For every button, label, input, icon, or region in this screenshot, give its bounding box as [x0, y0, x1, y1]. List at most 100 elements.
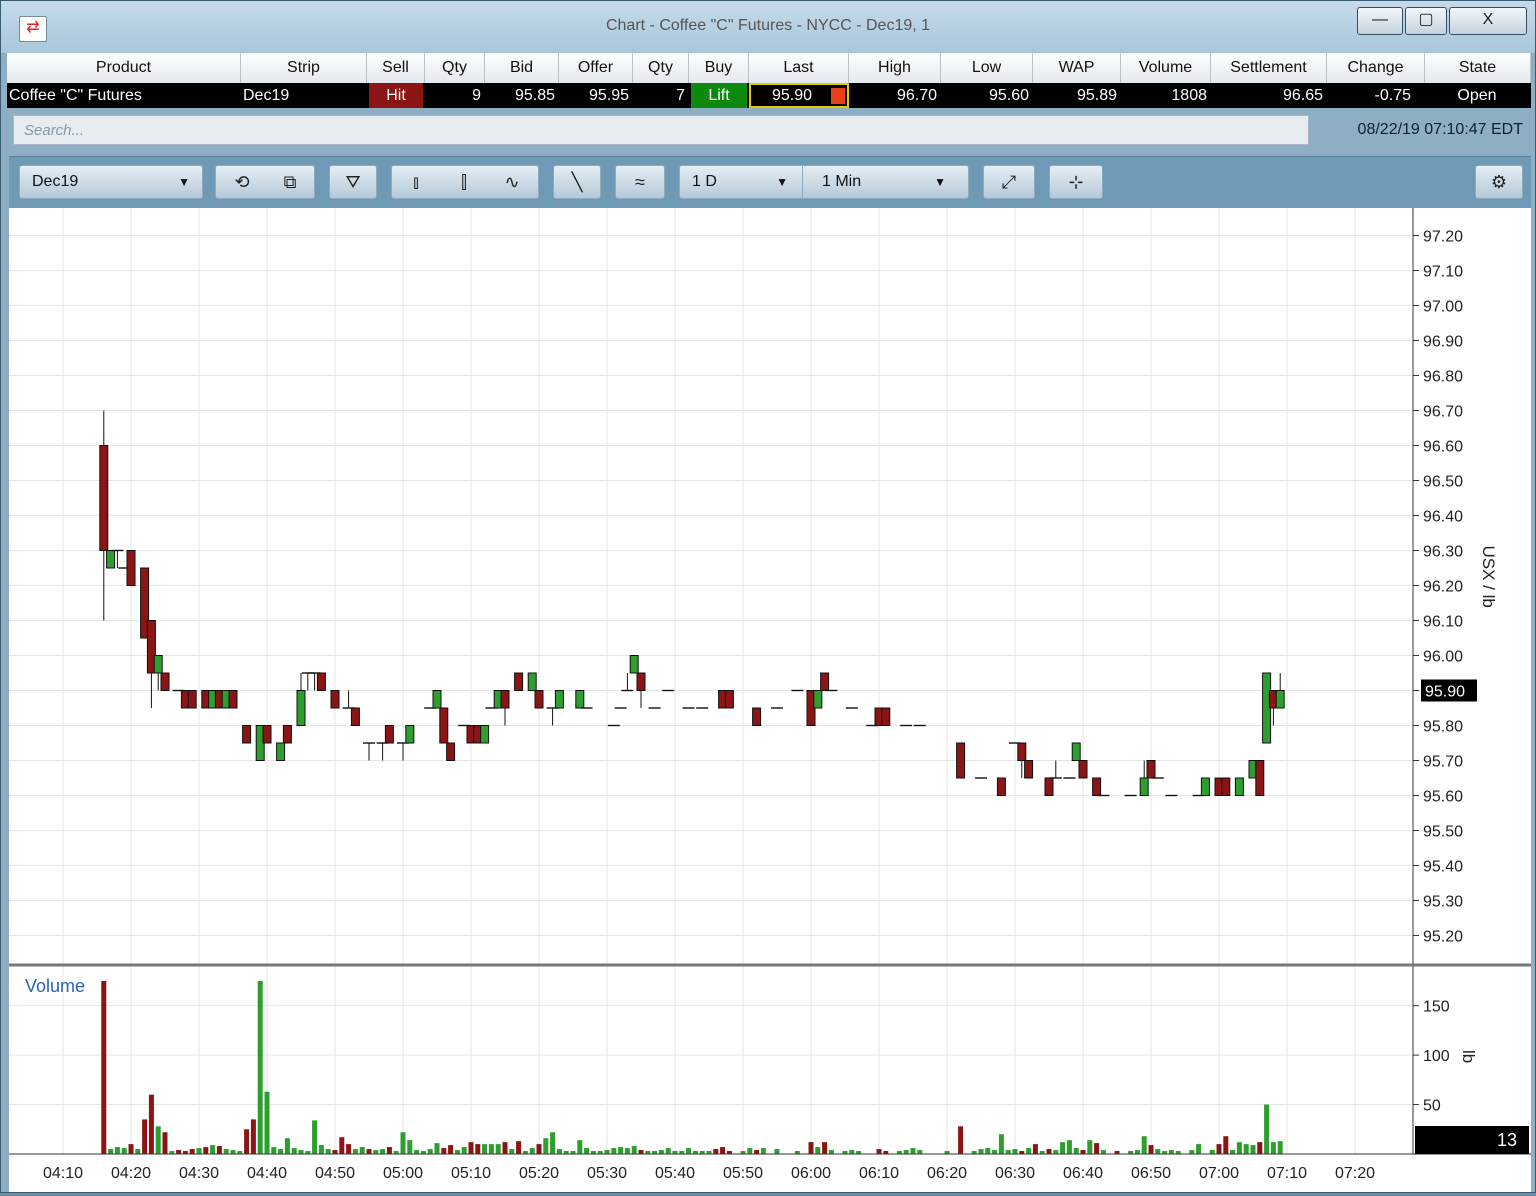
volume-bar: [400, 1132, 406, 1154]
header-offer[interactable]: Offer: [559, 53, 633, 83]
candle-body: [153, 655, 163, 674]
volume-bar: [998, 1134, 1004, 1154]
volume-bar: [1046, 1149, 1052, 1154]
cell-product: Coffee "C" Futures: [9, 87, 142, 104]
header-strip[interactable]: Strip: [241, 53, 367, 83]
volume-bar: [332, 1150, 338, 1154]
settings-button[interactable]: ⚙: [1475, 165, 1523, 199]
interval-select[interactable]: 1 Min ▼: [804, 166, 968, 198]
price-tick-label: 96.20: [1423, 579, 1463, 596]
volume-bar: [1196, 1144, 1202, 1154]
title-bar[interactable]: ⇄ Chart - Coffee "C" Futures - NYCC - De…: [1, 1, 1535, 53]
minimize-button[interactable]: —: [1357, 7, 1403, 35]
draw-tool-button[interactable]: ╲: [553, 165, 601, 199]
volume-bar: [815, 1147, 821, 1154]
header-wap[interactable]: WAP: [1033, 53, 1121, 83]
chart-style-button[interactable]: ⛛: [329, 165, 377, 199]
volume-bar: [1148, 1145, 1154, 1154]
price-tick-label: 95.60: [1423, 789, 1463, 806]
price-tick-label: 95.40: [1423, 859, 1463, 876]
time-tick-label: 06:30: [995, 1165, 1035, 1182]
candle-body: [1017, 742, 1027, 761]
header-state[interactable]: State: [1425, 53, 1531, 83]
volume-bar: [1073, 1148, 1079, 1154]
volume-bar: [1053, 1150, 1059, 1154]
close-button[interactable]: X: [1449, 7, 1527, 35]
volume-bar: [1209, 1150, 1215, 1154]
candle-body: [282, 725, 292, 744]
volume-bar: [1087, 1140, 1093, 1154]
volume-bar: [244, 1129, 250, 1154]
volume-bar: [488, 1144, 494, 1154]
price-volume-chart[interactable]: 97.20 97.10 97.00 96.90 96.80 96.70 96.60 96.50…: [9, 208, 1531, 1192]
fullscreen-button[interactable]: ⤢: [983, 165, 1035, 199]
clone-chart-icon[interactable]: ⧉: [270, 166, 310, 198]
volume-bar: [366, 1149, 372, 1154]
maximize-button[interactable]: ▢: [1405, 7, 1447, 35]
line-chart-icon[interactable]: ∿: [492, 166, 532, 198]
volume-bar: [352, 1149, 358, 1154]
candle-body: [316, 672, 326, 691]
header-bid-qty[interactable]: Qty: [425, 53, 485, 83]
header-high[interactable]: High: [849, 53, 941, 83]
header-low[interactable]: Low: [941, 53, 1033, 83]
volume-bar: [108, 1149, 114, 1154]
interval-value: 1 Min: [822, 173, 862, 190]
contract-select[interactable]: Dec19 ▼: [19, 165, 203, 199]
candle-body: [1078, 760, 1088, 779]
header-last[interactable]: Last: [749, 53, 849, 83]
candle-body: [1275, 690, 1285, 709]
price-tick-label: 97.00: [1423, 299, 1463, 316]
volume-bar: [828, 1150, 834, 1154]
hit-button[interactable]: Hit: [369, 83, 423, 108]
volume-bar: [584, 1148, 590, 1154]
cell-offer[interactable]: 95.95: [559, 83, 629, 108]
time-tick-label: 04:50: [315, 1165, 355, 1182]
volume-bar: [271, 1147, 277, 1154]
volume-bar: [1189, 1150, 1195, 1154]
candle-body: [276, 742, 286, 761]
ohlc-bar-icon[interactable]: ⫿: [444, 166, 484, 198]
price-tick-label: 96.50: [1423, 474, 1463, 491]
volume-bar: [1005, 1150, 1011, 1154]
quote-header: Product Strip Sell Qty Bid Offer Qty Buy…: [7, 53, 1531, 84]
header-sell[interactable]: Sell: [367, 53, 425, 83]
cell-offer-qty: 7: [676, 87, 685, 104]
reset-zoom-group: ⟲ ⧉: [215, 165, 315, 199]
candle-body: [1139, 777, 1149, 796]
volume-tick-label: 100: [1423, 1048, 1450, 1065]
header-change[interactable]: Change: [1327, 53, 1425, 83]
price-tick-label: 96.30: [1423, 544, 1463, 561]
candle-body: [1092, 777, 1102, 796]
header-offer-qty[interactable]: Qty: [633, 53, 689, 83]
volume-bar: [618, 1147, 624, 1154]
header-bid[interactable]: Bid: [485, 53, 559, 83]
search-input[interactable]: Search...: [13, 115, 1309, 145]
quote-row[interactable]: Coffee "C" Futures Dec19 Hit 9 95.85 95.…: [7, 83, 1531, 108]
last-price: 95.90: [771, 87, 813, 104]
volume-bar: [509, 1149, 515, 1154]
price-tick-label: 96.60: [1423, 439, 1463, 456]
chart-area[interactable]: 97.20 97.10 97.00 96.90 96.80 96.70 96.60 96.50…: [9, 208, 1531, 1192]
timestamp: 08/22/19 07:10:47 EDT: [1357, 121, 1523, 138]
lift-button[interactable]: Lift: [691, 83, 747, 108]
header-buy[interactable]: Buy: [689, 53, 749, 83]
crosshair-button[interactable]: ⊹: [1049, 165, 1103, 199]
header-product[interactable]: Product: [7, 53, 241, 83]
header-settlement[interactable]: Settlement: [1211, 53, 1327, 83]
study-button[interactable]: ≈: [615, 165, 665, 199]
candlestick-icon[interactable]: ⫾: [396, 166, 436, 198]
volume-bar: [1026, 1148, 1032, 1154]
price-tick-label: 97.20: [1423, 229, 1463, 246]
chevron-down-icon: ▼: [178, 175, 190, 189]
crosshair-chart-icon: ⊹: [1068, 172, 1084, 192]
volume-bar: [189, 1149, 195, 1154]
header-volume[interactable]: Volume: [1121, 53, 1211, 83]
volume-bar: [720, 1147, 726, 1154]
volume-bar: [849, 1150, 855, 1154]
range-select[interactable]: 1 D ▼: [680, 166, 803, 198]
volume-bar: [958, 1126, 964, 1154]
reset-icon[interactable]: ⟲: [222, 166, 262, 198]
volume-bar: [441, 1148, 447, 1154]
cell-bid[interactable]: 95.85: [485, 83, 555, 108]
